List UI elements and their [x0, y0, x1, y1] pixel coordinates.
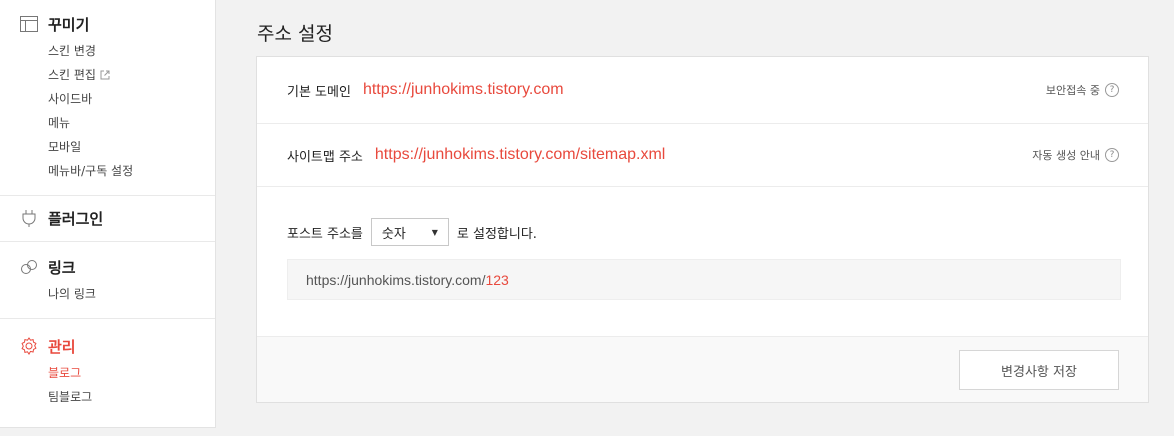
sidebar-item-my-link[interactable]: 나의 링크: [48, 282, 215, 306]
help-icon[interactable]: ?: [1105, 83, 1119, 97]
default-domain-row: 기본 도메인 https://junhokims.tistory.com 보안접…: [257, 57, 1148, 124]
sidebar-group-title: 꾸미기: [48, 15, 90, 34]
plug-icon: [20, 209, 38, 227]
sidebar-item-menubar[interactable]: 메뉴바/구독 설정: [48, 159, 215, 183]
external-link-icon: [100, 70, 110, 80]
sidebar-item-menu[interactable]: 메뉴: [48, 111, 215, 135]
post-address-line: 포스트 주소를 숫자 ▼ 로 설정합니다.: [287, 218, 1121, 246]
post-address-suffix: 로 설정합니다.: [456, 226, 537, 242]
default-domain-label: 기본 도메인: [287, 84, 351, 100]
sidebar-group-head-manage[interactable]: 관리: [0, 335, 215, 357]
panel-footer: 변경사항 저장: [257, 336, 1148, 402]
sidebar: 꾸미기 스킨 변경 스킨 편집 사이드바 메뉴 모바일 메뉴바/구독 설정 플러…: [0, 0, 216, 428]
link-icon: [20, 258, 38, 276]
sidebar-group-head-decorate[interactable]: 꾸미기: [0, 13, 215, 35]
caret-down-icon: ▼: [431, 227, 438, 237]
sidebar-item-mobile[interactable]: 모바일: [48, 135, 215, 159]
sidebar-group-decorate: 꾸미기 스킨 변경 스킨 편집 사이드바 메뉴 모바일 메뉴바/구독 설정: [0, 0, 215, 196]
address-settings-panel: 기본 도메인 https://junhokims.tistory.com 보안접…: [256, 56, 1149, 403]
post-address-preview: https://junhokims.tistory.com/123: [287, 259, 1121, 300]
sidebar-group-title: 관리: [48, 337, 76, 356]
sidebar-group-manage: 관리 블로그 팀블로그: [0, 319, 215, 419]
sitemap-row: 사이트맵 주소 https://junhokims.tistory.com/si…: [257, 124, 1148, 187]
sidebar-group-plugin: 플러그인: [0, 196, 215, 242]
preview-base-url: https://junhokims.tistory.com/: [306, 271, 486, 288]
sidebar-item-blog[interactable]: 블로그: [48, 361, 215, 385]
post-address-select[interactable]: 숫자 ▼: [370, 218, 449, 246]
sidebar-group-link: 링크 나의 링크: [0, 242, 215, 319]
sidebar-group-title: 링크: [48, 258, 76, 277]
sidebar-item-skin-change[interactable]: 스킨 변경: [48, 39, 215, 63]
preview-post-number: 123: [485, 271, 509, 288]
sitemap-url[interactable]: https://junhokims.tistory.com/sitemap.xm…: [375, 146, 665, 164]
auto-generate-info: 자동 생성 안내 ?: [1032, 147, 1119, 163]
default-domain-url[interactable]: https://junhokims.tistory.com: [363, 81, 564, 99]
sidebar-group-head-link[interactable]: 링크: [0, 256, 215, 278]
secure-status-text: 보안접속 중: [1045, 84, 1100, 97]
help-icon[interactable]: ?: [1105, 148, 1119, 162]
post-address-selected: 숫자: [381, 226, 406, 242]
sidebar-item-sidebar[interactable]: 사이드바: [48, 87, 215, 111]
post-address-prefix: 포스트 주소를: [287, 226, 363, 242]
sidebar-item-team-blog[interactable]: 팀블로그: [48, 385, 215, 409]
layout-icon: [20, 15, 38, 33]
sidebar-group-head-plugin[interactable]: 플러그인: [0, 207, 215, 229]
sidebar-item-skin-edit[interactable]: 스킨 편집: [48, 63, 215, 87]
save-changes-button[interactable]: 변경사항 저장: [959, 350, 1119, 390]
secure-status: 보안접속 중 ?: [1046, 82, 1119, 98]
post-address-section: 포스트 주소를 숫자 ▼ 로 설정합니다. https://junhokims.…: [287, 218, 1121, 300]
page-title: 주소 설정: [257, 23, 333, 45]
gear-icon: [20, 337, 38, 355]
sitemap-label: 사이트맵 주소: [287, 149, 363, 165]
sidebar-group-title: 플러그인: [48, 209, 104, 228]
sidebar-item-label: 스킨 편집: [48, 68, 96, 82]
auto-generate-text: 자동 생성 안내: [1032, 149, 1100, 162]
